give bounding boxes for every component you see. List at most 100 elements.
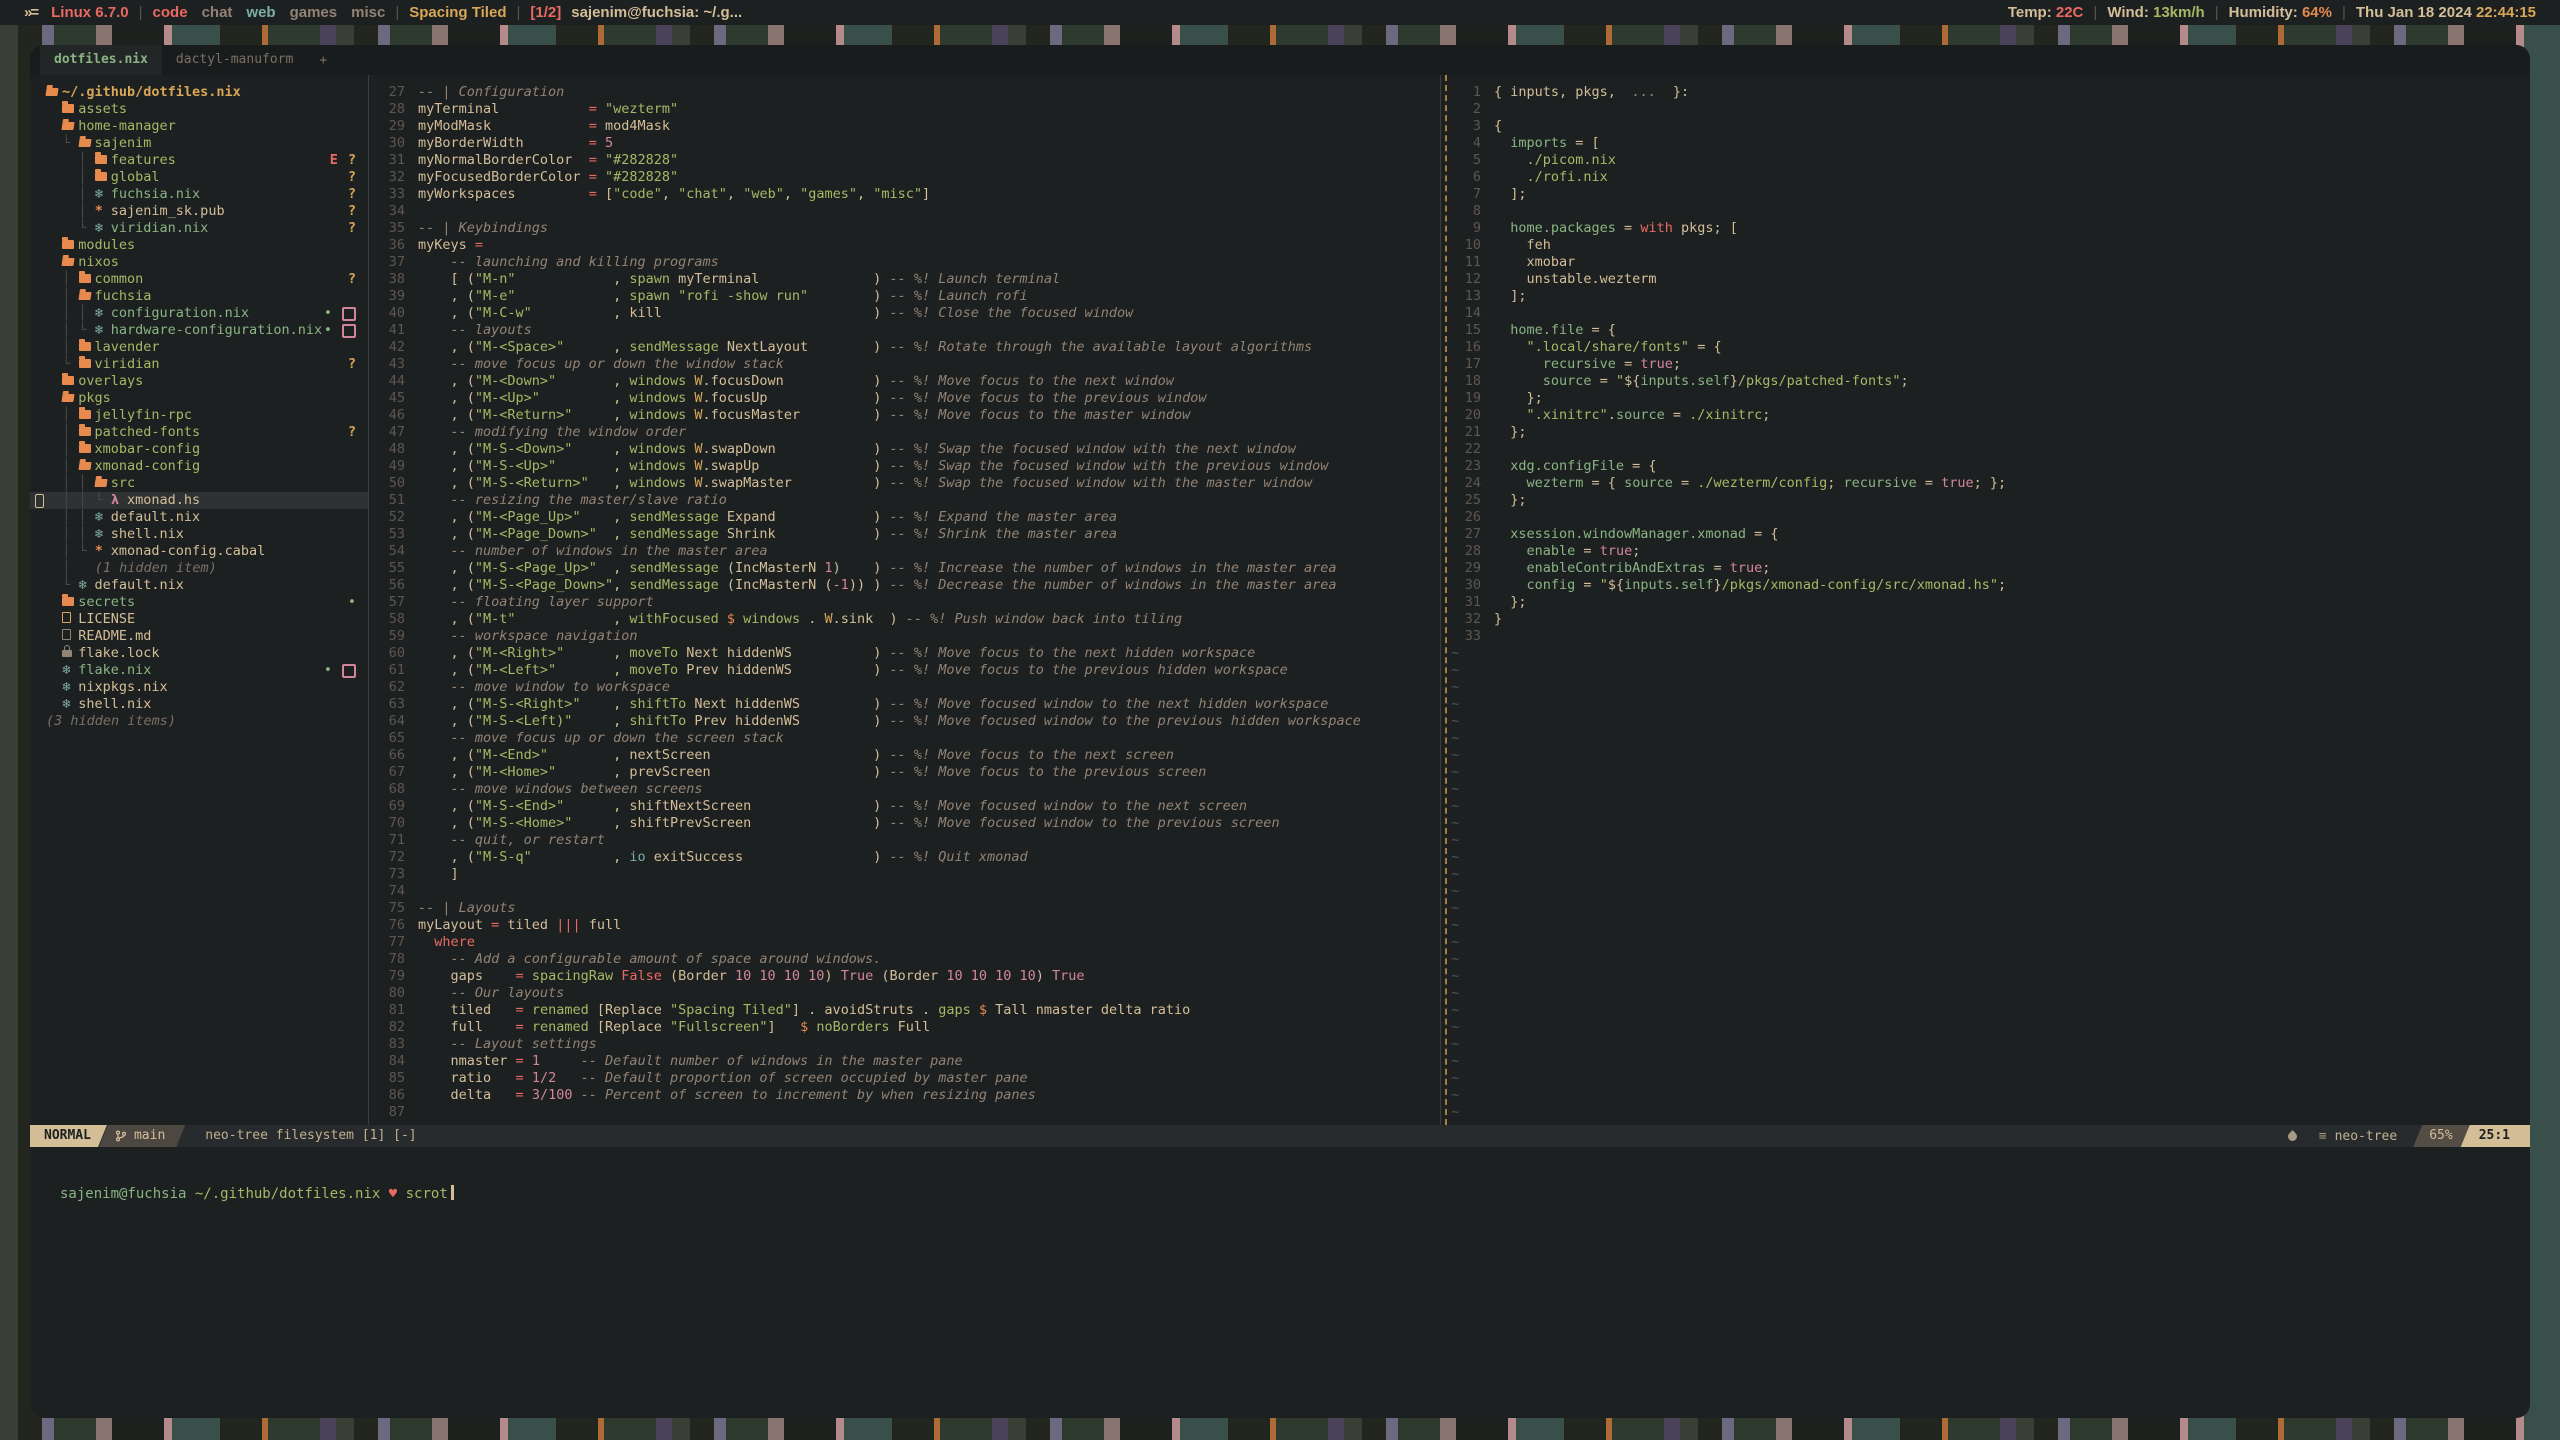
- tree-item-nixpkgs.nix[interactable]: ❄nixpkgs.nix: [30, 679, 368, 696]
- code-line[interactable]: 23 xdg.configFile = {: [1441, 458, 2530, 475]
- code-line[interactable]: 41 -- layouts: [369, 322, 1440, 339]
- code-line[interactable]: 15 home.file = {: [1441, 322, 2530, 339]
- code-line[interactable]: 33myWorkspaces = ["code", "chat", "web",…: [369, 186, 1440, 203]
- tree-item-xmonad-config[interactable]: │ xmonad-config: [30, 458, 368, 475]
- code-line[interactable]: 47 -- modifying the window order: [369, 424, 1440, 441]
- tab-dactyl-manuform[interactable]: dactyl-manuform: [162, 45, 307, 75]
- code-line[interactable]: 52 , ("M-<Page_Up>" , sendMessage Expand…: [369, 509, 1440, 526]
- shell-pane[interactable]: sajenim@fuchsia ~/.github/dotfiles.nix ♥…: [30, 1147, 2530, 1418]
- tree-item-viridian.nix[interactable]: └ ❄viridian.nix?: [30, 220, 368, 237]
- code-line[interactable]: 38 [ ("M-n" , spawn myTerminal ) -- %! L…: [369, 271, 1440, 288]
- tree-item-src[interactable]: │ │ src: [30, 475, 368, 492]
- tree-item-shell.nix[interactable]: ❄shell.nix: [30, 696, 368, 713]
- tree-item-overlays[interactable]: overlays: [30, 373, 368, 390]
- tree-item-.githubdotfiles.nix[interactable]: ~/.github/dotfiles.nix: [30, 84, 368, 101]
- tree-item-fuchsia[interactable]: │ fuchsia: [30, 288, 368, 305]
- code-line[interactable]: 85 ratio = 1/2 -- Default proportion of …: [369, 1070, 1440, 1087]
- code-line[interactable]: 67 , ("M-<Home>" , prevScreen ) -- %! Mo…: [369, 764, 1440, 781]
- code-line[interactable]: 83 -- Layout settings: [369, 1036, 1440, 1053]
- code-line[interactable]: 28 enable = true;: [1441, 543, 2530, 560]
- code-line[interactable]: 9 home.packages = with pkgs; [: [1441, 220, 2530, 237]
- tree-item-shell.nix[interactable]: │ │ ❄shell.nix: [30, 526, 368, 543]
- code-line[interactable]: 57 -- floating layer support: [369, 594, 1440, 611]
- code-line[interactable]: 8: [1441, 203, 2530, 220]
- code-line[interactable]: 53 , ("M-<Page_Down>" , sendMessage Shri…: [369, 526, 1440, 543]
- code-line[interactable]: 19 };: [1441, 390, 2530, 407]
- code-line[interactable]: 42 , ("M-<Space>" , sendMessage NextLayo…: [369, 339, 1440, 356]
- tree-item-xmobar-config[interactable]: │ xmobar-config: [30, 441, 368, 458]
- code-line[interactable]: 70 , ("M-S-<Home>" , shiftPrevScreen ) -…: [369, 815, 1440, 832]
- code-line[interactable]: 55 , ("M-S-<Page_Up>" , sendMessage (Inc…: [369, 560, 1440, 577]
- code-line[interactable]: 29myModMask = mod4Mask: [369, 118, 1440, 135]
- tree-item-patched-fonts[interactable]: │ patched-fonts?: [30, 424, 368, 441]
- code-line[interactable]: 77 where: [369, 934, 1440, 951]
- code-line[interactable]: 71 -- quit, or restart: [369, 832, 1440, 849]
- code-line[interactable]: 54 -- number of windows in the master ar…: [369, 543, 1440, 560]
- code-line[interactable]: 66 , ("M-<End>" , nextScreen ) -- %! Mov…: [369, 747, 1440, 764]
- code-line[interactable]: 17 recursive = true;: [1441, 356, 2530, 373]
- workspace-web[interactable]: web: [246, 4, 275, 21]
- neo-tree-panel[interactable]: ~/.github/dotfiles.nix assets home-manag…: [30, 75, 368, 1125]
- code-line[interactable]: 84 nmaster = 1 -- Default number of wind…: [369, 1053, 1440, 1070]
- code-line[interactable]: 34: [369, 203, 1440, 220]
- code-line[interactable]: 37 -- launching and killing programs: [369, 254, 1440, 271]
- workspace-games[interactable]: games: [290, 4, 338, 21]
- code-line[interactable]: 56 , ("M-S-<Page_Down>", sendMessage (In…: [369, 577, 1440, 594]
- code-line[interactable]: 25 };: [1441, 492, 2530, 509]
- code-line[interactable]: 32myFocusedBorderColor = "#282828": [369, 169, 1440, 186]
- code-line[interactable]: 16 ".local/share/fonts" = {: [1441, 339, 2530, 356]
- code-line[interactable]: 5 ./picom.nix: [1441, 152, 2530, 169]
- tree-item-sajenim_sk.pub[interactable]: │ *sajenim_sk.pub?: [30, 203, 368, 220]
- code-line[interactable]: 22: [1441, 441, 2530, 458]
- code-line[interactable]: 81 tiled = renamed [Replace "Spacing Til…: [369, 1002, 1440, 1019]
- code-line[interactable]: 59 -- workspace navigation: [369, 628, 1440, 645]
- code-line[interactable]: 20 ".xinitrc".source = ./xinitrc;: [1441, 407, 2530, 424]
- code-line[interactable]: 63 , ("M-S-<Right>" , shiftTo Next hidde…: [369, 696, 1440, 713]
- tree-item-fuchsia.nix[interactable]: │ ❄fuchsia.nix?: [30, 186, 368, 203]
- code-line[interactable]: 1{ inputs, pkgs, ... }:: [1441, 84, 2530, 101]
- tree-item-1hiddenitem[interactable]: │ (1 hidden item): [30, 560, 368, 577]
- code-line[interactable]: 13 ];: [1441, 288, 2530, 305]
- code-line[interactable]: 30myBorderWidth = 5: [369, 135, 1440, 152]
- code-line[interactable]: 7 ];: [1441, 186, 2530, 203]
- layout-indicator[interactable]: Spacing Tiled: [409, 4, 506, 21]
- code-line[interactable]: 30 config = "${inputs.self}/pkgs/xmonad-…: [1441, 577, 2530, 594]
- code-line[interactable]: 24 wezterm = { source = ./wezterm/config…: [1441, 475, 2530, 492]
- tree-item-LICENSE[interactable]: LICENSE: [30, 611, 368, 628]
- code-line[interactable]: 73 ]: [369, 866, 1440, 883]
- code-line[interactable]: 12 unstable.wezterm: [1441, 271, 2530, 288]
- editor-nix-file[interactable]: 1{ inputs, pkgs, ... }:23{4 imports = [5…: [1440, 75, 2530, 1125]
- code-line[interactable]: 40 , ("M-C-w" , kill ) -- %! Close the f…: [369, 305, 1440, 322]
- tab-dotfiles.nix[interactable]: dotfiles.nix: [40, 45, 162, 75]
- code-line[interactable]: 3{: [1441, 118, 2530, 135]
- code-line[interactable]: 43 -- move focus up or down the window s…: [369, 356, 1440, 373]
- code-line[interactable]: 68 -- move windows between screens: [369, 781, 1440, 798]
- tree-item-configuration.nix[interactable]: │ │ ❄configuration.nix•: [30, 305, 368, 322]
- code-line[interactable]: 18 source = "${inputs.self}/pkgs/patched…: [1441, 373, 2530, 390]
- code-line[interactable]: 62 -- move window to workspace: [369, 679, 1440, 696]
- workspace-chat[interactable]: chat: [202, 4, 233, 21]
- code-line[interactable]: 86 delta = 3/100 -- Percent of screen to…: [369, 1087, 1440, 1104]
- code-line[interactable]: 61 , ("M-<Left>" , moveTo Prev hiddenWS …: [369, 662, 1440, 679]
- code-line[interactable]: 29 enableContribAndExtras = true;: [1441, 560, 2530, 577]
- code-line[interactable]: 45 , ("M-<Up>" , windows W.focusUp ) -- …: [369, 390, 1440, 407]
- code-line[interactable]: 64 , ("M-S-<Left)" , shiftTo Prev hidden…: [369, 713, 1440, 730]
- tree-item-modules[interactable]: modules: [30, 237, 368, 254]
- tree-item-global[interactable]: │ global?: [30, 169, 368, 186]
- code-line[interactable]: 74: [369, 883, 1440, 900]
- workspace-code[interactable]: code: [153, 4, 188, 21]
- code-line[interactable]: 39 , ("M-e" , spawn "rofi -show run" ) -…: [369, 288, 1440, 305]
- tree-item-flake.nix[interactable]: ❄flake.nix•: [30, 662, 368, 679]
- tree-item-sajenim[interactable]: └ sajenim: [30, 135, 368, 152]
- tree-item-xmonad-config.cabal[interactable]: │ └ *xmonad-config.cabal: [30, 543, 368, 560]
- code-line[interactable]: 82 full = renamed [Replace "Fullscreen"]…: [369, 1019, 1440, 1036]
- editor-xmonad-hs[interactable]: 27-- | Configuration28myTerminal = "wezt…: [368, 75, 1440, 1125]
- tree-item-nixos[interactable]: nixos: [30, 254, 368, 271]
- tree-item-hardware-configuration.nix[interactable]: │ └ ❄hardware-configuration.nix•: [30, 322, 368, 339]
- tree-item-jellyfin-rpc[interactable]: │ jellyfin-rpc: [30, 407, 368, 424]
- tree-item-xmonad.hs[interactable]: │ │ └ λxmonad.hs: [30, 492, 368, 509]
- code-line[interactable]: 79 gaps = spacingRaw False (Border 10 10…: [369, 968, 1440, 985]
- tree-item-features[interactable]: │ featuresE?: [30, 152, 368, 169]
- code-line[interactable]: 69 , ("M-S-<End>" , shiftNextScreen ) --…: [369, 798, 1440, 815]
- code-line[interactable]: 75-- | Layouts: [369, 900, 1440, 917]
